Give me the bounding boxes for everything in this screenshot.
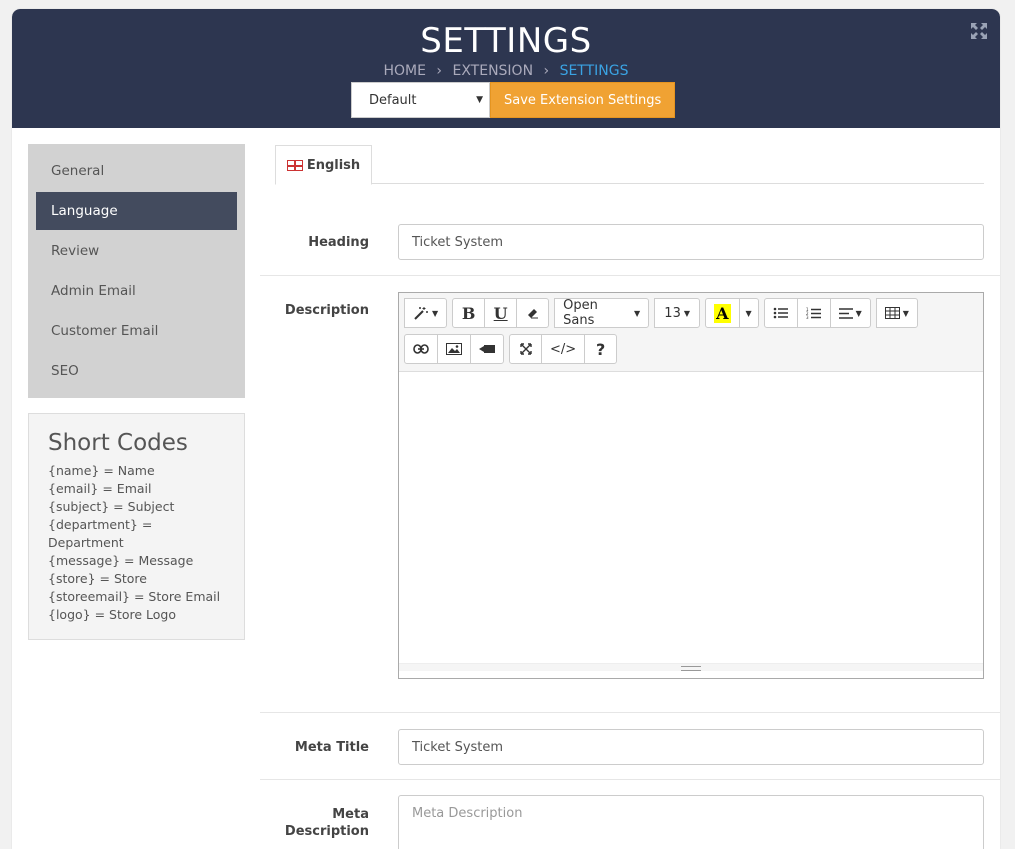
editor-content-area[interactable]	[399, 372, 983, 671]
fullscreen-editor-button[interactable]	[509, 334, 542, 364]
breadcrumb-settings[interactable]: SETTINGS	[560, 63, 629, 79]
editor-toolbar: ▼ B U Open Sans ▼ 13 ▼ A ▼ 1 2 3 ▼ ▼ </>…	[399, 293, 983, 372]
page-header: SETTINGS HOME › EXTENSION › SETTINGS Def…	[12, 9, 1000, 128]
sidebar-item-customer-email[interactable]: Customer Email	[36, 312, 237, 350]
bullet-list-icon	[773, 307, 788, 319]
caret-down-icon: ▼	[745, 308, 752, 318]
magic-wand-style-button[interactable]: ▼	[404, 298, 448, 328]
underline-button[interactable]: U	[484, 298, 518, 328]
language-tabs: English	[275, 145, 984, 185]
meta-title-input[interactable]: Ticket System	[398, 729, 984, 765]
sidebar-nav: General Language Review Admin Email Cust…	[28, 144, 245, 398]
sidebar-item-admin-email[interactable]: Admin Email	[36, 272, 237, 310]
tab-english[interactable]: English	[275, 145, 372, 185]
save-extension-settings-button[interactable]: Save Extension Settings	[490, 82, 676, 118]
meta-description-label-line: Description	[284, 824, 369, 839]
caret-down-icon: ▼	[432, 308, 439, 318]
unordered-list-button[interactable]	[763, 298, 798, 328]
font-family-value: Open Sans	[563, 298, 598, 328]
meta-title-row: Meta Title Ticket System	[260, 713, 1000, 780]
meta-description-textarea[interactable]: Meta Description	[398, 795, 984, 849]
settings-window: SETTINGS HOME › EXTENSION › SETTINGS Def…	[12, 9, 1000, 849]
caret-down-icon: ▼	[634, 308, 641, 318]
breadcrumb-separator: ›	[543, 63, 550, 79]
paragraph-align-dropdown[interactable]: ▼	[829, 298, 871, 328]
font-size-value: 13	[664, 305, 681, 321]
insert-video-button[interactable]	[470, 334, 504, 364]
clear-format-button[interactable]	[516, 298, 550, 328]
heading-label: Heading	[308, 235, 369, 250]
color-a-icon: A	[714, 303, 731, 323]
link-icon	[413, 344, 429, 354]
short-codes-panel: Short Codes {name} = Name {email} = Emai…	[28, 413, 245, 640]
description-editor: ▼ B U Open Sans ▼ 13 ▼ A ▼ 1 2 3 ▼ ▼ </>…	[398, 292, 984, 679]
breadcrumb-separator: ›	[436, 63, 443, 79]
short-code-item: {email} = Email	[48, 481, 152, 496]
help-button[interactable]: ?	[584, 334, 618, 364]
code-view-button[interactable]: </>	[541, 334, 586, 364]
heading-input[interactable]: Ticket System	[398, 224, 984, 260]
short-code-item: {subject} = Subject	[48, 499, 175, 514]
caret-down-icon: ▼	[902, 308, 909, 318]
insert-image-button[interactable]	[437, 334, 471, 364]
tab-label: English	[306, 157, 361, 173]
description-row: Description ▼ B U Open Sans ▼ 13 ▼ A ▼ 1…	[260, 276, 1000, 713]
meta-description-label-line: Meta	[332, 807, 369, 822]
editor-resize-handle[interactable]	[399, 663, 983, 671]
breadcrumb: HOME › EXTENSION › SETTINGS	[12, 63, 1000, 79]
sidebar-item-seo[interactable]: SEO	[36, 352, 237, 390]
caret-down-icon: ▼	[855, 308, 862, 318]
short-code-item: {store} = Store	[48, 571, 147, 586]
table-dropdown[interactable]: ▼	[875, 298, 918, 328]
short-code-item: {logo} = Store Logo	[48, 607, 177, 622]
ordered-list-button[interactable]: 123	[796, 298, 831, 328]
meta-description-label: Meta Description	[285, 806, 369, 840]
image-icon	[446, 343, 462, 355]
short-codes-title: Short Codes	[48, 430, 188, 456]
store-select-value: Default	[369, 92, 417, 108]
short-code-item: {storeemail} = Store Email	[48, 589, 221, 604]
header-controls: Default ▼ Save Extension Settings	[351, 82, 676, 118]
breadcrumb-home[interactable]: HOME	[383, 63, 425, 79]
description-label: Description	[284, 303, 369, 318]
breadcrumb-extension[interactable]: EXTENSION	[452, 63, 533, 79]
numbered-list-icon: 123	[806, 307, 821, 320]
short-code-item: {department} = Department	[48, 517, 153, 550]
short-code-item: {message} = Message	[48, 553, 194, 568]
caret-down-icon: ▼	[476, 95, 483, 105]
meta-description-row: Meta Description Meta Description	[260, 780, 1000, 849]
meta-title-label: Meta Title	[294, 740, 369, 755]
short-code-item: {name} = Name	[48, 463, 155, 478]
align-left-icon	[838, 307, 853, 319]
sidebar-item-review[interactable]: Review	[36, 232, 237, 270]
insert-link-button[interactable]	[404, 334, 438, 364]
color-dropdown-button[interactable]: ▼	[738, 298, 759, 328]
fullscreen-icon	[519, 343, 532, 355]
page-title: SETTINGS	[420, 21, 592, 61]
sidebar-item-general[interactable]: General	[36, 152, 237, 190]
store-select[interactable]: Default ▼	[351, 82, 490, 118]
magic-wand-icon	[414, 307, 428, 320]
heading-row: Heading Ticket System	[260, 208, 1000, 276]
font-size-dropdown[interactable]: 13 ▼	[654, 298, 701, 328]
bold-button[interactable]: B	[452, 298, 486, 328]
sidebar-item-language[interactable]: Language	[36, 192, 237, 230]
text-color-button[interactable]: A	[705, 298, 740, 328]
font-family-dropdown[interactable]: Open Sans ▼	[554, 298, 650, 328]
fullscreen-icon[interactable]	[970, 22, 988, 45]
eraser-icon	[527, 309, 538, 319]
video-icon	[479, 345, 495, 353]
table-icon	[884, 307, 900, 319]
uk-flag-icon	[286, 159, 303, 171]
caret-down-icon: ▼	[683, 308, 690, 318]
svg-text:3: 3	[806, 315, 809, 320]
